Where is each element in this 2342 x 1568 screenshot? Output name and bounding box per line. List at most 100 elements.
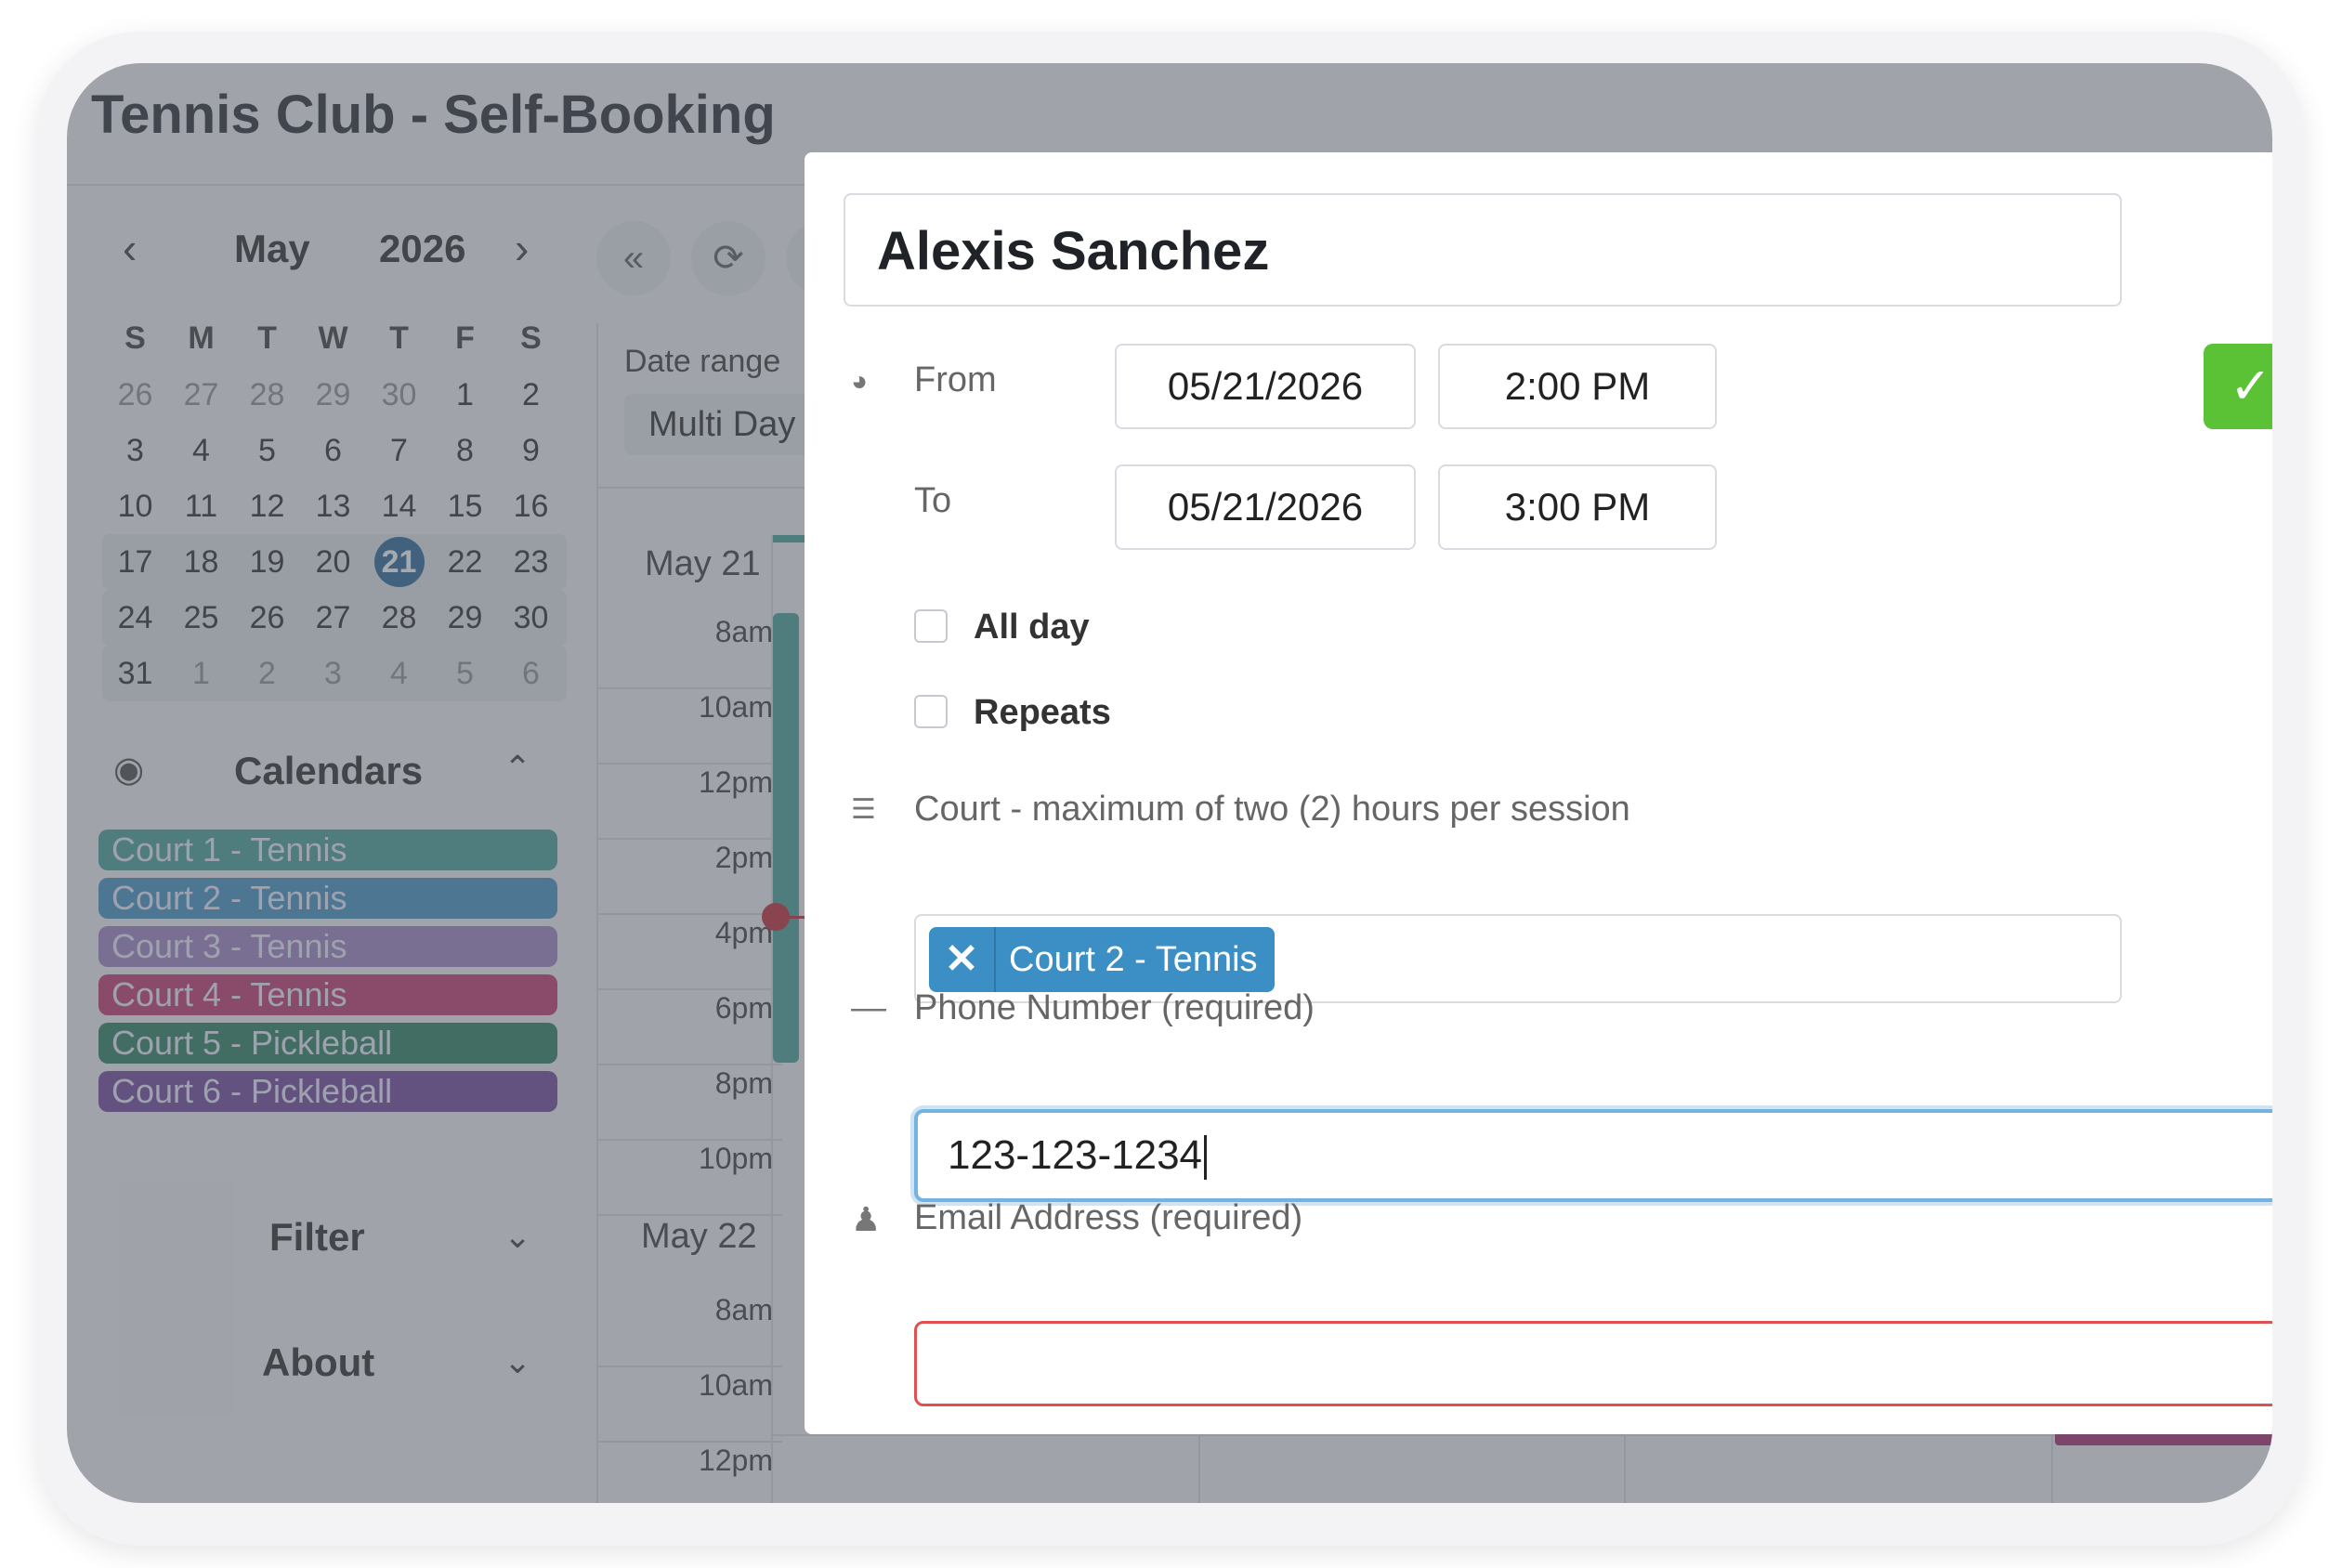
from-date-input[interactable]: 05/21/2026 (1115, 344, 1416, 429)
day-cell[interactable]: 25 (168, 600, 234, 636)
day-cell[interactable]: 28 (366, 600, 432, 636)
mini-calendar-month[interactable]: May (234, 227, 310, 271)
day-cell[interactable]: 2 (234, 656, 300, 692)
day-cell[interactable]: 19 (234, 544, 300, 581)
day-cell-today[interactable]: 21 (366, 537, 432, 587)
day-cell[interactable]: 29 (432, 600, 498, 636)
calendar-chip-court-6[interactable]: Court 6 - Pickleball (98, 1071, 557, 1112)
save-checkmark-icon[interactable]: ✓ (2204, 344, 2272, 429)
time-label: 8am (714, 615, 773, 648)
mini-calendar-year[interactable]: 2026 (379, 227, 465, 271)
phone-number-input[interactable]: 123-123-1234 (914, 1109, 2272, 1202)
chevron-down-icon: ⌄ (504, 1342, 532, 1380)
day-cell[interactable]: 12 (234, 489, 300, 525)
day-cell[interactable]: 5 (234, 433, 300, 469)
mini-calendar-prev-icon[interactable]: ‹ (123, 223, 137, 273)
grid-line (596, 1214, 782, 1216)
remove-tag-close-icon[interactable]: ✕ (929, 927, 996, 992)
visibility-eye-icon[interactable]: ◉ (113, 749, 144, 791)
day-cell[interactable]: 30 (498, 600, 564, 636)
court-tag: ✕ Court 2 - Tennis (929, 927, 1275, 992)
day-cell[interactable]: 17 (102, 544, 168, 581)
to-label: To (914, 481, 952, 520)
clock-icon: ◕ (851, 366, 869, 397)
day-cell[interactable]: 20 (300, 544, 366, 581)
day-cell[interactable]: 27 (300, 600, 366, 636)
today-marker: 21 (373, 537, 425, 587)
mini-calendar-next-icon[interactable]: › (515, 223, 529, 273)
day-cell[interactable]: 15 (432, 489, 498, 525)
time-label: 12pm (698, 765, 773, 799)
week-row-selected: 31 1 2 3 4 5 6 (102, 646, 567, 701)
all-day-checkbox[interactable] (914, 609, 948, 643)
time-label: 10pm (698, 1142, 773, 1175)
day-cell[interactable]: 30 (366, 377, 432, 413)
mini-calendar-grid: S M T W T F S 26 27 28 29 30 1 2 3 4 5 6… (102, 309, 567, 701)
calendar-chip-court-3[interactable]: Court 3 - Tennis (98, 926, 557, 967)
from-time-input[interactable]: 2:00 PM (1438, 344, 1717, 429)
time-label: 6pm (714, 991, 773, 1025)
to-date-input[interactable]: 05/21/2026 (1115, 464, 1416, 550)
about-section[interactable]: About ⌄ (67, 1340, 587, 1396)
day-cell[interactable]: 27 (168, 377, 234, 413)
week-row: 3 4 5 6 7 8 9 (102, 423, 567, 478)
weekday-header: T (257, 320, 277, 356)
day-cell[interactable]: 22 (432, 544, 498, 581)
day-cell[interactable]: 28 (234, 377, 300, 413)
weekday-header: W (318, 320, 348, 356)
grid-line (596, 988, 782, 990)
court-label: Court - maximum of two (2) hours per ses… (914, 790, 1630, 829)
event-edit-modal: Alexis Sanchez ◕ From 05/21/2026 2:00 PM… (805, 152, 2272, 1434)
day-cell[interactable]: 18 (168, 544, 234, 581)
day-cell[interactable]: 16 (498, 489, 564, 525)
to-time-input[interactable]: 3:00 PM (1438, 464, 1717, 550)
calendar-chip-court-5[interactable]: Court 5 - Pickleball (98, 1023, 557, 1064)
about-label: About (262, 1340, 375, 1384)
day-cell[interactable]: 11 (168, 489, 234, 525)
filter-section[interactable]: Filter ⌄ (67, 1215, 587, 1271)
filter-label: Filter (269, 1215, 365, 1259)
day-cell[interactable]: 9 (498, 433, 564, 469)
weekday-header: S (520, 320, 542, 356)
day-cell[interactable]: 4 (168, 433, 234, 469)
day-cell[interactable]: 1 (432, 377, 498, 413)
day-cell[interactable]: 24 (102, 600, 168, 636)
day-cell[interactable]: 1 (168, 656, 234, 692)
day-cell[interactable]: 3 (102, 433, 168, 469)
day-cell[interactable]: 14 (366, 489, 432, 525)
day-cell[interactable]: 13 (300, 489, 366, 525)
dash-icon: — (851, 988, 886, 1027)
refresh-icon[interactable]: ⟳ (691, 221, 765, 295)
day-cell[interactable]: 6 (498, 656, 564, 692)
day-cell[interactable]: 6 (300, 433, 366, 469)
day-cell[interactable]: 4 (366, 656, 432, 692)
day-cell[interactable]: 10 (102, 489, 168, 525)
jump-back-icon[interactable]: « (596, 221, 671, 295)
calendar-event[interactable] (773, 613, 799, 1063)
day-cell[interactable]: 31 (102, 656, 168, 692)
day-cell[interactable]: 26 (102, 377, 168, 413)
grid-line (596, 1139, 782, 1141)
day-cell[interactable]: 2 (498, 377, 564, 413)
email-label: Email Address (required) (914, 1198, 1303, 1237)
calendar-chip-court-1[interactable]: Court 1 - Tennis (98, 830, 557, 870)
day-cell[interactable]: 5 (432, 656, 498, 692)
day-cell[interactable]: 3 (300, 656, 366, 692)
app-title: Tennis Club - Self-Booking (91, 85, 776, 145)
repeats-checkbox[interactable] (914, 695, 948, 728)
week-row: 10 11 12 13 14 15 16 (102, 478, 567, 534)
day-cell[interactable]: 23 (498, 544, 564, 581)
day-cell[interactable]: 29 (300, 377, 366, 413)
calendar-chip-court-2[interactable]: Court 2 - Tennis (98, 878, 557, 919)
person-icon: ♟ (851, 1200, 882, 1238)
email-address-input[interactable] (914, 1321, 2272, 1406)
event-title-input[interactable]: Alexis Sanchez (844, 193, 2122, 307)
from-label: From (914, 360, 997, 399)
time-label: 12pm (698, 1444, 773, 1477)
chevron-up-icon[interactable]: ⌃ (504, 749, 531, 788)
calendar-chip-court-4[interactable]: Court 4 - Tennis (98, 974, 557, 1015)
day-cell[interactable]: 8 (432, 433, 498, 469)
day-cell[interactable]: 7 (366, 433, 432, 469)
day-cell[interactable]: 26 (234, 600, 300, 636)
repeats-label: Repeats (974, 693, 1111, 732)
